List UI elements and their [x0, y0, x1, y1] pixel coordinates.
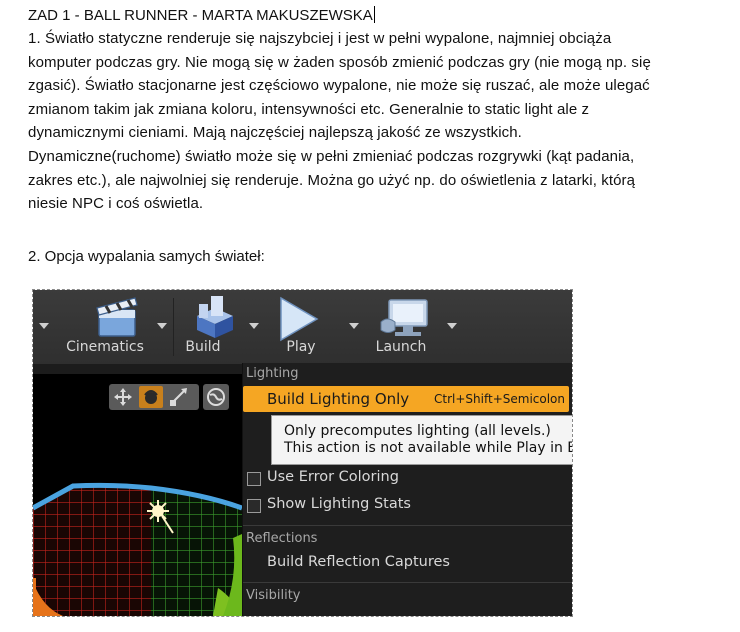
clapperboard-icon — [96, 297, 138, 337]
toolbar-divider — [173, 298, 174, 356]
paragraph-line: zmianom takim jak zmiana koloru, intensy… — [28, 100, 590, 118]
paragraph-line: zgasić). Światło stacjonarne jest części… — [28, 77, 650, 95]
paragraph-line: Dynamiczne(ruchome) światło może się w p… — [28, 147, 635, 165]
menu-divider — [243, 525, 572, 526]
build-blocks-icon — [197, 296, 233, 338]
paragraph-line: dynamicznymi cieniami. Mają najczęściej … — [28, 124, 522, 142]
move-icon[interactable] — [111, 386, 135, 408]
chevron-down-icon[interactable] — [349, 323, 359, 329]
document: ZAD 1 - BALL RUNNER - MARTA MAKUSZEWSKA … — [28, 4, 728, 265]
embedded-screenshot[interactable]: Cinematics Build Play Launch Lighting Bu… — [32, 289, 573, 617]
cinematics-label: Cinematics — [66, 339, 144, 355]
lighting-section-header: Lighting — [246, 366, 299, 381]
tooltip-line-1: Only precomputes lighting (all levels.) — [284, 423, 551, 439]
scale-icon[interactable] — [167, 386, 191, 408]
launch-button[interactable]: Launch — [369, 290, 465, 364]
build-label: Build — [185, 339, 221, 355]
build-dropdown-menu: Lighting Build Lighting Only Ctrl+Shift+… — [242, 363, 572, 616]
globe-icon[interactable] — [203, 384, 229, 410]
cinematics-button[interactable]: Cinematics — [57, 290, 177, 364]
text-caret — [373, 6, 375, 23]
chevron-down-icon[interactable] — [157, 323, 167, 329]
use-error-coloring-label: Use Error Coloring — [267, 469, 399, 485]
play-label: Play — [286, 339, 316, 355]
shortcut-label: Ctrl+Shift+Semicolon — [434, 392, 565, 406]
tooltip-line-2: This action is not available while Play … — [284, 440, 572, 456]
menu-divider — [243, 582, 572, 583]
chevron-down-icon[interactable] — [249, 323, 259, 329]
level-viewport[interactable] — [33, 374, 242, 616]
paragraph-2: 2. Opcja wypalania samych świateł: — [28, 248, 265, 265]
chevron-down-icon[interactable] — [447, 323, 457, 329]
show-lighting-stats-checkbox[interactable] — [247, 499, 261, 513]
paragraph-line: komputer podczas gry. Nie mogą się w żad… — [28, 53, 651, 71]
build-lighting-only-label: Build Lighting Only — [267, 390, 410, 408]
viewport-transform-buttons — [109, 384, 199, 410]
use-error-coloring-item[interactable]: Use Error Coloring — [247, 469, 547, 489]
paragraph-line: niesie NPC i coś oświetla. — [28, 195, 204, 213]
paragraph-1: 1. Światło statyczne renderuje się najsz… — [28, 27, 728, 216]
document-title[interactable]: ZAD 1 - BALL RUNNER - MARTA MAKUSZEWSKA — [28, 4, 728, 27]
show-lighting-stats-label: Show Lighting Stats — [267, 496, 411, 512]
monitor-gamepad-icon — [380, 299, 428, 336]
build-reflection-captures-item[interactable]: Build Reflection Captures — [267, 554, 450, 570]
cube-preview — [33, 482, 242, 616]
visibility-section-header: Visibility — [246, 588, 301, 603]
rotate-icon[interactable] — [139, 386, 163, 408]
use-error-coloring-checkbox[interactable] — [247, 472, 261, 486]
paragraph-line: zakres etc.), ale najwolniej się renderu… — [28, 171, 636, 189]
chevron-down-icon[interactable] — [39, 323, 49, 329]
launch-label: Launch — [375, 339, 427, 355]
build-button[interactable]: Build — [175, 290, 267, 364]
editor-toolbar: Cinematics Build Play Launch — [33, 290, 572, 364]
play-icon — [280, 296, 319, 342]
paragraph-line: 1. Światło statyczne renderuje się najsz… — [28, 30, 612, 47]
play-button[interactable]: Play — [273, 290, 369, 364]
show-lighting-stats-item[interactable]: Show Lighting Stats — [247, 496, 547, 516]
tooltip: Only precomputes lighting (all levels.) … — [271, 415, 572, 465]
reflections-section-header: Reflections — [246, 531, 318, 546]
build-lighting-only-item[interactable]: Build Lighting Only Ctrl+Shift+Semicolon — [243, 386, 569, 412]
